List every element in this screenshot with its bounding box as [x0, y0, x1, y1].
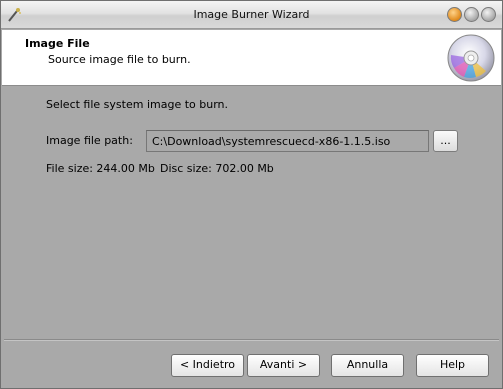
- window-title: Image Burner Wizard: [193, 8, 310, 21]
- title-bar[interactable]: Image Burner Wizard: [1, 1, 502, 29]
- browse-button[interactable]: ...: [433, 130, 458, 152]
- footer-divider: [4, 339, 499, 341]
- page-title: Image File: [25, 37, 90, 50]
- minimize-button[interactable]: [447, 7, 462, 22]
- page-subtitle: Source image file to burn.: [48, 53, 191, 66]
- image-path-input[interactable]: [146, 130, 429, 152]
- wizard-header: Image File Source image file to burn.: [2, 30, 501, 86]
- wizard-window: Image Burner Wizard Image File Source im…: [0, 0, 503, 389]
- next-button[interactable]: Avanti >: [247, 354, 320, 377]
- file-size-text: File size: 244.00 Mb: [46, 162, 155, 175]
- help-button[interactable]: Help: [416, 354, 489, 377]
- image-path-label: Image file path:: [46, 134, 133, 147]
- maximize-button[interactable]: [464, 7, 479, 22]
- disc-size-text: Disc size: 702.00 Mb: [160, 162, 274, 175]
- instruction-text: Select file system image to burn.: [46, 98, 228, 111]
- back-button[interactable]: < Indietro: [171, 354, 244, 377]
- disc-icon: [447, 34, 495, 82]
- close-button[interactable]: [481, 7, 496, 22]
- cancel-button[interactable]: Annulla: [331, 354, 404, 377]
